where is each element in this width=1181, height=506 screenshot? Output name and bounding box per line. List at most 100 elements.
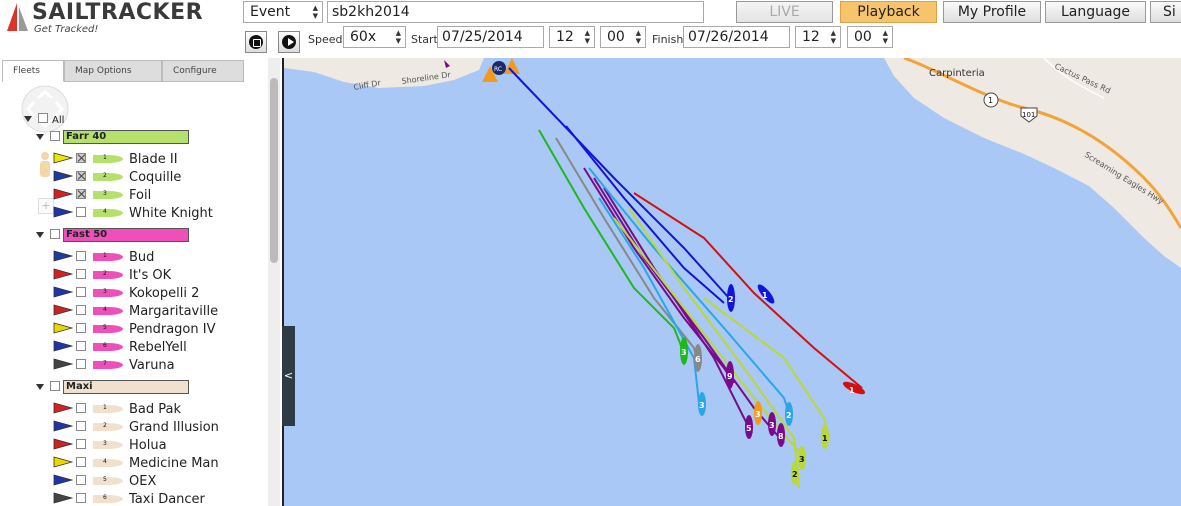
boat-name[interactable]: Holua — [129, 438, 167, 453]
boat-name[interactable]: Grand Illusion — [129, 420, 219, 435]
coast-land-east — [884, 58, 1181, 268]
map-canvas[interactable]: Cliff Dr Shoreline Dr Carpinteria Cactus… — [284, 58, 1181, 506]
play-button[interactable] — [278, 31, 300, 53]
boat-row[interactable]: 4 Medicine Man — [0, 456, 268, 474]
boat-row[interactable]: 2 Grand Illusion — [0, 420, 268, 438]
boat-name[interactable]: Bud — [129, 250, 154, 265]
live-button[interactable]: LIVE — [736, 1, 833, 23]
start-hour-select[interactable]: 12 ▲ ▼ — [549, 26, 595, 48]
boat-number: 2 — [103, 172, 107, 179]
finish-minute-select[interactable]: 00 ▲ ▼ — [847, 26, 893, 48]
fleet-checkbox[interactable] — [50, 131, 60, 141]
boat-row[interactable]: 6 RebelYell — [0, 340, 268, 358]
play-icon — [282, 35, 296, 49]
boat-row[interactable]: 2 It's OK — [0, 268, 268, 286]
boat-row[interactable]: 7 Varuna — [0, 358, 268, 376]
boat-row[interactable]: 5 Pendragon IV — [0, 322, 268, 340]
collapse-icon[interactable] — [24, 116, 32, 122]
boat-row[interactable]: 3 Holua — [0, 438, 268, 456]
boat-checkbox[interactable] — [76, 359, 86, 369]
boat-name[interactable]: Coquille — [129, 170, 181, 185]
boat-row[interactable]: 6 Taxi Dancer — [0, 492, 268, 506]
boat-checkbox[interactable] — [76, 475, 86, 485]
stop-button[interactable] — [245, 31, 267, 53]
tab-fleets[interactable]: Fleets — [2, 60, 64, 82]
boat-checkbox[interactable] — [76, 171, 86, 181]
boat-checkbox[interactable] — [76, 323, 86, 333]
fleet-checkbox[interactable] — [50, 381, 60, 391]
boat-name[interactable]: It's OK — [129, 268, 171, 283]
event-name-field[interactable]: sb2kh2014 — [327, 1, 704, 23]
boat-row[interactable]: 4 White Knight — [0, 206, 268, 224]
boat-row[interactable]: 1 Bud — [0, 250, 268, 268]
boat-name[interactable]: Pendragon IV — [129, 322, 215, 337]
boat-color-swatch: 1 — [93, 252, 123, 261]
boat-number: 2 — [728, 295, 734, 304]
yacht-club-flag-icon — [53, 340, 73, 352]
boat-row[interactable]: 4 Margaritaville — [0, 304, 268, 322]
fleet-checkbox[interactable] — [50, 229, 60, 239]
boat-checkbox[interactable] — [76, 457, 86, 467]
updown-icon: ▲ ▼ — [635, 29, 641, 45]
boat-name[interactable]: OEX — [129, 474, 156, 489]
playback-button[interactable]: Playback — [840, 1, 937, 23]
start-date-field[interactable]: 07/25/2014 — [437, 26, 544, 48]
tab-map-options[interactable]: Map Options — [64, 60, 162, 82]
boat-row[interactable]: 2 Coquille — [0, 170, 268, 188]
finish-date-field[interactable]: 07/26/2014 — [683, 26, 790, 48]
boat-name[interactable]: Bad Pak — [129, 402, 181, 417]
boat-name[interactable]: White Knight — [129, 206, 213, 221]
select-all-checkbox[interactable] — [38, 113, 48, 123]
race-map[interactable]: Cliff Dr Shoreline Dr Carpinteria Cactus… — [284, 58, 1181, 506]
boat-name[interactable]: RebelYell — [129, 340, 187, 355]
tab-configure[interactable]: Configure — [162, 60, 244, 82]
boat-number: 7 — [103, 360, 107, 367]
yacht-club-flag-icon — [53, 492, 73, 504]
boat-name[interactable]: Medicine Man — [129, 456, 219, 471]
fleet-name[interactable]: Maxi — [63, 380, 189, 394]
finish-hour-select[interactable]: 12 ▲ ▼ — [795, 26, 841, 48]
collapse-icon[interactable] — [36, 232, 44, 238]
boat-number: 3 — [699, 401, 705, 410]
panel-scrollbar[interactable] — [268, 58, 280, 506]
route-1-label: 1 — [988, 96, 993, 105]
collapse-icon[interactable] — [36, 134, 44, 140]
boat-row[interactable]: 1 Blade II — [0, 152, 268, 170]
boat-row[interactable]: 1 Bad Pak — [0, 402, 268, 420]
my-profile-button[interactable]: My Profile — [943, 1, 1041, 23]
boat-checkbox[interactable] — [76, 341, 86, 351]
collapse-panel-handle[interactable]: < — [282, 326, 295, 426]
boat-name[interactable]: Foil — [129, 188, 151, 203]
boat-row[interactable]: 3 Foil — [0, 188, 268, 206]
boat-row[interactable]: 3 Kokopelli 2 — [0, 286, 268, 304]
sign-in-button[interactable]: Si — [1150, 1, 1181, 23]
boat-checkbox[interactable] — [76, 421, 86, 431]
boat-name[interactable]: Blade II — [129, 152, 178, 167]
fleet-name[interactable]: Fast 50 — [63, 228, 189, 242]
scroll-thumb[interactable] — [270, 78, 278, 263]
boat-color-swatch: 2 — [93, 172, 123, 181]
boat-checkbox[interactable] — [76, 153, 86, 163]
boat-checkbox[interactable] — [76, 269, 86, 279]
boat-checkbox[interactable] — [76, 207, 86, 217]
boat-name[interactable]: Kokopelli 2 — [129, 286, 199, 301]
boat-checkbox[interactable] — [76, 189, 86, 199]
boat-name[interactable]: Taxi Dancer — [129, 492, 205, 506]
start-minute-select[interactable]: 00 ▲ ▼ — [600, 26, 646, 48]
fleet-name[interactable]: Farr 40 — [63, 130, 189, 144]
mode-select[interactable]: Event ▲ ▼ — [243, 1, 323, 23]
boat-checkbox[interactable] — [76, 251, 86, 261]
boat-name[interactable]: Margaritaville — [129, 304, 218, 319]
boat-number: 8 — [778, 432, 784, 441]
boat-checkbox[interactable] — [76, 403, 86, 413]
boat-checkbox[interactable] — [76, 287, 86, 297]
boat-number: 3 — [103, 440, 107, 447]
collapse-icon[interactable] — [36, 384, 44, 390]
boat-checkbox[interactable] — [76, 439, 86, 449]
boat-row[interactable]: 5 OEX — [0, 474, 268, 492]
boat-checkbox[interactable] — [76, 493, 86, 503]
boat-checkbox[interactable] — [76, 305, 86, 315]
language-button[interactable]: Language — [1045, 1, 1146, 23]
boat-name[interactable]: Varuna — [129, 358, 175, 373]
speed-select[interactable]: 60x ▲ ▼ — [343, 26, 406, 48]
